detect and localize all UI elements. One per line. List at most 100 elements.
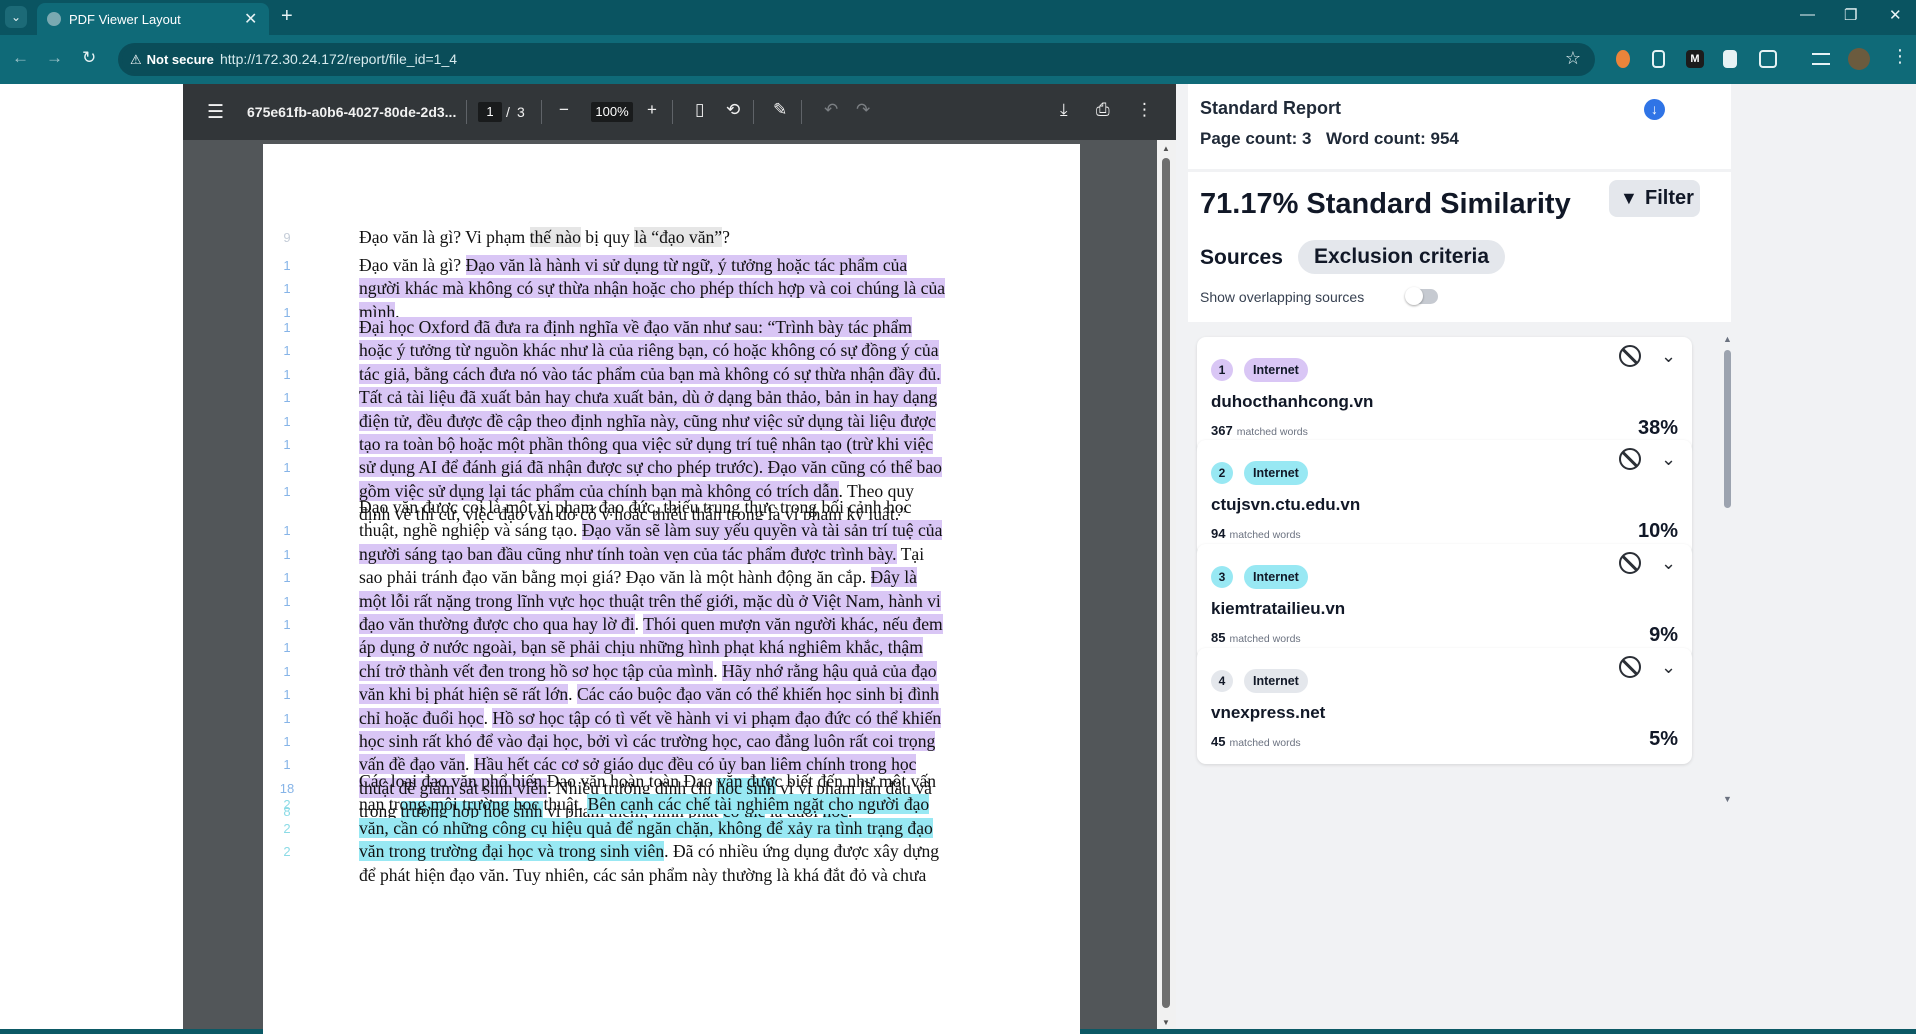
pdf-scroll-thumb[interactable]: [1162, 158, 1170, 1008]
scroll-down-icon[interactable]: ▼: [1723, 794, 1732, 804]
pdf-text-line: văn khi bị phát hiện sẽ rất lớn. Các cáo…: [359, 683, 943, 706]
back-icon[interactable]: ←: [12, 48, 29, 68]
new-tab-button[interactable]: +: [281, 5, 293, 28]
chevron-down-icon[interactable]: ⌄: [1661, 553, 1676, 574]
tab-search-button[interactable]: ⌄: [5, 6, 27, 28]
highlighted-match[interactable]: chỉ hoặc đuổi học: [359, 707, 484, 728]
download-icon[interactable]: ⤓: [1060, 100, 1068, 120]
print-icon[interactable]: ⎙: [1096, 100, 1110, 120]
restore-icon[interactable]: ❐: [1844, 6, 1857, 24]
browser-tab[interactable]: PDF Viewer Layout ✕: [37, 3, 269, 35]
source-percent: 38%: [1637, 417, 1678, 439]
download-report-icon[interactable]: ↓: [1644, 99, 1665, 120]
highlighted-match[interactable]: chí trở thành vết đen trong hồ sơ học tậ…: [359, 660, 714, 681]
highlighted-match[interactable]: đạo văn thường được cho qua hay lờ đi: [359, 613, 635, 634]
scroll-up-icon[interactable]: ▲: [1723, 334, 1732, 344]
highlighted-match[interactable]: văn, cần có những công cụ hiệu quả để ng…: [359, 817, 933, 838]
close-window-icon[interactable]: ✕: [1889, 6, 1902, 24]
chevron-down-icon[interactable]: ⌄: [1661, 657, 1676, 678]
extension-icon[interactable]: [1616, 50, 1630, 68]
highlighted-match[interactable]: Hãy nhớ rằng hậu quả của đạo: [722, 660, 937, 681]
highlighted-match[interactable]: Đạo văn sẽ làm suy yếu quyền và tài sản …: [581, 520, 943, 541]
source-card[interactable]: 2 Internet ⌄ ctujsvn.ctu.edu.vn 94 matche…: [1197, 440, 1692, 556]
tab-sources[interactable]: Sources: [1200, 246, 1283, 270]
zoom-input[interactable]: 100%: [591, 102, 633, 122]
forward-icon[interactable]: →: [46, 48, 63, 68]
source-domain[interactable]: kiemtratailieu.vn: [1211, 599, 1345, 619]
source-domain[interactable]: ctujsvn.ctu.edu.vn: [1211, 495, 1360, 515]
more-options-icon[interactable]: ⋮: [1136, 100, 1153, 120]
scroll-up-icon[interactable]: ▲: [1162, 144, 1170, 153]
filter-button[interactable]: ▼ Filter: [1609, 180, 1700, 217]
highlighted-match[interactable]: tác giả, bằng cách đưa nó vào tác phẩm c…: [359, 363, 941, 384]
highlighted-match[interactable]: Tất cả tài liệu đã xuất bản hay chưa xuấ…: [359, 387, 938, 408]
source-card[interactable]: 1 Internet ⌄ duhocthanhcong.vn 367 matche…: [1197, 337, 1692, 453]
undo-icon[interactable]: ↶: [824, 100, 838, 120]
reload-icon[interactable]: ↻: [82, 48, 96, 68]
page-number-input[interactable]: 1: [478, 102, 502, 122]
line-source-number: 2: [283, 844, 291, 860]
exclude-source-icon[interactable]: [1619, 656, 1641, 678]
text-run: Các loại đạo văn phổ biến Đạo văn hoàn t…: [359, 771, 937, 791]
highlighted-match[interactable]: Bên cạnh các chế tài nghiêm ngặt cho ngư…: [587, 794, 930, 815]
minimize-icon[interactable]: —: [1800, 6, 1815, 23]
overlap-toggle[interactable]: [1405, 287, 1438, 305]
highlighted-match[interactable]: học sinh rất khó để vào đại học, bởi vì …: [359, 730, 936, 751]
highlighted-match[interactable]: người sáng tạo ban đầu cũng như tính toà…: [359, 543, 897, 564]
highlighted-match[interactable]: Đây là: [870, 567, 917, 588]
bookmark-star-icon[interactable]: ☆: [1565, 48, 1581, 69]
highlighted-match[interactable]: người khác mà không có sự thừa nhận hoặc…: [359, 278, 946, 299]
redo-icon[interactable]: ↷: [856, 100, 870, 120]
highlighted-match[interactable]: là “đạo văn”: [634, 227, 723, 247]
zoom-out-icon[interactable]: −: [559, 100, 569, 120]
zoom-in-icon[interactable]: +: [647, 100, 657, 120]
exclude-source-icon[interactable]: [1619, 448, 1641, 470]
highlighted-match[interactable]: Thói quen mượn văn người khác, nếu đem: [643, 613, 943, 634]
highlighted-match[interactable]: áp dụng ở nước ngoài, bạn sẽ phải chịu n…: [359, 637, 923, 658]
pdf-text-line: hoặc ý tưởng từ nguồn khác như là của ri…: [359, 339, 942, 362]
source-card[interactable]: 4 Internet ⌄ vnexpress.net 45 matched wor…: [1197, 648, 1692, 764]
rotate-icon[interactable]: ⟲: [726, 100, 740, 120]
highlighted-match[interactable]: một lỗi rất nặng trong lĩnh vực học thuậ…: [359, 590, 941, 611]
annotate-pen-icon[interactable]: ✎: [773, 100, 787, 120]
highlighted-match[interactable]: tạo ra toàn bộ hoặc một phần thông qua v…: [359, 433, 934, 454]
document-icon[interactable]: [1723, 50, 1737, 68]
highlighted-match[interactable]: văn khi bị phát hiện sẽ rất lớn: [359, 684, 569, 705]
close-tab-icon[interactable]: ✕: [244, 9, 257, 29]
fit-page-icon[interactable]: ▯: [695, 100, 704, 120]
puzzle-icon[interactable]: [1759, 50, 1777, 68]
scroll-down-icon[interactable]: ▼: [1162, 1018, 1170, 1027]
source-card[interactable]: 3 Internet ⌄ kiemtratailieu.vn 85 matched…: [1197, 544, 1692, 660]
pdf-scrollbar[interactable]: ▲ ▼: [1157, 140, 1176, 1029]
m-extension-icon[interactable]: M: [1686, 50, 1704, 68]
avatar[interactable]: [1848, 48, 1870, 70]
tab-exclusion-criteria[interactable]: Exclusion criteria: [1298, 240, 1506, 274]
highlighted-match[interactable]: hoặc ý tưởng từ nguồn khác như là của ri…: [359, 340, 939, 361]
source-domain[interactable]: duhocthanhcong.vn: [1211, 392, 1373, 412]
security-chip[interactable]: ⚠ Not secure: [122, 46, 224, 73]
address-bar[interactable]: ⚠ Not secure http://172.30.24.172/report/…: [118, 43, 1595, 76]
media-control-icon[interactable]: [1812, 53, 1830, 65]
phone-icon[interactable]: [1652, 50, 1665, 68]
exclude-source-icon[interactable]: [1619, 345, 1641, 367]
highlighted-match[interactable]: Các cáo buộc đạo văn có thể khiến học si…: [576, 684, 939, 705]
chevron-down-icon[interactable]: ⌄: [1661, 346, 1676, 367]
sources-scrollbar[interactable]: ▲ ▼: [1721, 334, 1733, 804]
highlighted-match[interactable]: điện tử, đều được đề cập theo định nghĩa…: [359, 410, 936, 431]
source-domain[interactable]: vnexpress.net: [1211, 703, 1325, 723]
highlighted-match[interactable]: Hồ sơ học tập có tì vết về hành vi vi ph…: [492, 707, 942, 728]
sidebar-menu-icon[interactable]: ☰: [207, 101, 224, 124]
highlighted-match[interactable]: sử dụng AI để đánh giá đã nhận được sự c…: [359, 457, 942, 478]
highlighted-match[interactable]: văn trong trường đại học và trong sinh v…: [359, 841, 665, 862]
more-menu-icon[interactable]: ⋮: [1891, 46, 1909, 67]
pdf-text-line: sao phải tránh đạo văn bằng mọi giá? Đạo…: [359, 566, 943, 589]
highlighted-match[interactable]: Đại học Oxford đã đưa ra định nghĩa về đ…: [359, 317, 912, 337]
url-text[interactable]: http://172.30.24.172/report/file_id=1_4: [220, 51, 457, 67]
chevron-down-icon[interactable]: ⌄: [1661, 449, 1676, 470]
text-run: bị quy: [580, 227, 635, 247]
line-source-number: 1: [283, 640, 291, 656]
sources-scroll-thumb[interactable]: [1724, 350, 1731, 508]
exclude-source-icon[interactable]: [1619, 552, 1641, 574]
highlighted-match[interactable]: thế nào: [529, 227, 581, 247]
highlighted-match[interactable]: Đạo văn là hành vi sử dụng từ ngữ, ý tưở…: [465, 255, 908, 275]
